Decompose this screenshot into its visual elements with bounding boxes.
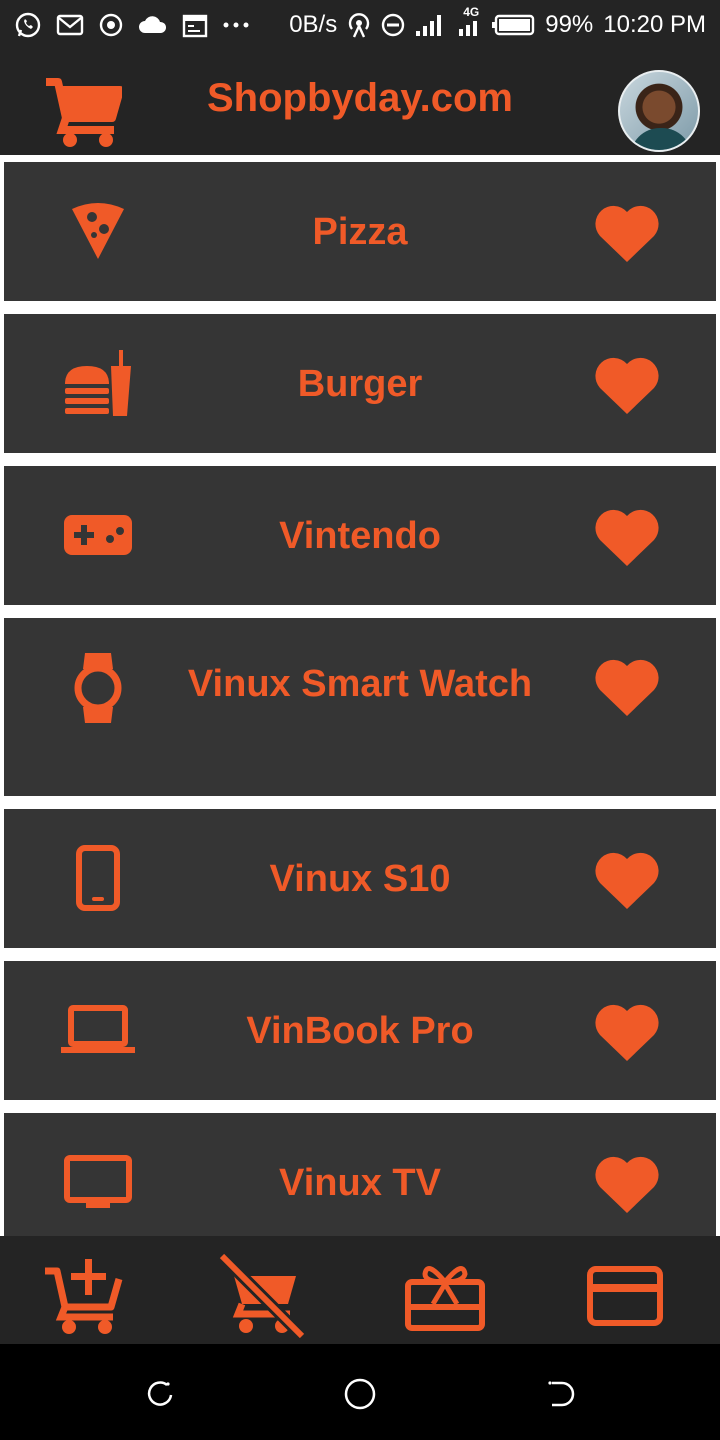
product-list[interactable]: Pizza Burger Vintendo Vinux Smart Watch … — [0, 155, 720, 1236]
gamepad-icon — [58, 514, 138, 556]
favorite-heart-icon[interactable] — [594, 508, 660, 568]
list-item-smart-watch[interactable]: Vinux Smart Watch — [4, 618, 716, 796]
credit-card-icon[interactable] — [580, 1256, 670, 1336]
item-label: Pizza — [312, 211, 408, 253]
item-label: Vinux TV — [279, 1162, 441, 1204]
back-icon[interactable] — [540, 1374, 580, 1414]
list-item-vinbook-pro[interactable]: VinBook Pro — [4, 961, 716, 1100]
item-label: VinBook Pro — [246, 1010, 474, 1052]
burger-drink-icon — [58, 350, 138, 416]
gift-card-icon[interactable] — [400, 1256, 490, 1336]
cloud-icon — [138, 15, 168, 35]
gmail-icon — [56, 14, 84, 36]
favorite-heart-icon[interactable] — [594, 658, 660, 718]
favorite-heart-icon[interactable] — [594, 204, 660, 264]
clock: 10:20 PM — [603, 11, 706, 38]
network-type: 4G — [463, 5, 480, 19]
item-label: Vinux Smart Watch — [187, 663, 533, 705]
favorite-heart-icon[interactable] — [594, 1155, 660, 1215]
more-dots-icon — [222, 21, 250, 29]
smartwatch-icon — [58, 650, 138, 726]
favorite-heart-icon[interactable] — [594, 1003, 660, 1063]
app-bar: Shopbyday.com — [0, 50, 720, 155]
list-item-burger[interactable]: Burger — [4, 314, 716, 453]
list-item-vinux-tv[interactable]: Vinux TV — [4, 1113, 716, 1236]
dnd-icon — [381, 13, 405, 37]
list-item-vintendo[interactable]: Vintendo — [4, 466, 716, 605]
phone-icon — [58, 845, 138, 911]
home-icon[interactable] — [340, 1374, 380, 1414]
signal-4g-icon: 4G — [455, 5, 481, 37]
user-avatar[interactable] — [618, 70, 700, 152]
laptop-icon — [58, 1005, 138, 1055]
recent-apps-icon[interactable] — [140, 1374, 180, 1414]
bottom-navigation — [0, 1236, 720, 1344]
record-icon — [98, 12, 124, 38]
battery-icon — [491, 14, 535, 36]
network-speed: 0B/s — [289, 11, 338, 38]
pizza-icon — [58, 200, 138, 262]
calendar-icon — [182, 12, 208, 38]
signal-icon — [415, 13, 445, 37]
favorite-heart-icon[interactable] — [594, 356, 660, 416]
battery-percentage: 99% — [545, 11, 594, 38]
remove-from-cart-icon[interactable] — [216, 1254, 306, 1338]
whatsapp-icon — [14, 11, 42, 39]
add-to-cart-icon[interactable] — [38, 1256, 128, 1336]
hotspot-icon — [347, 12, 371, 38]
item-label: Vinux S10 — [269, 858, 451, 900]
system-navigation-bar — [0, 1344, 720, 1440]
status-bar: 0B/s 4G 99% 10:20 PM — [0, 0, 720, 50]
favorite-heart-icon[interactable] — [594, 851, 660, 911]
item-label: Burger — [297, 363, 423, 405]
list-item-vinux-s10[interactable]: Vinux S10 — [4, 809, 716, 948]
list-item-pizza[interactable]: Pizza — [4, 162, 716, 301]
app-title: Shopbyday.com — [207, 76, 513, 120]
tv-icon — [58, 1155, 138, 1211]
item-label: Vintendo — [279, 515, 441, 557]
